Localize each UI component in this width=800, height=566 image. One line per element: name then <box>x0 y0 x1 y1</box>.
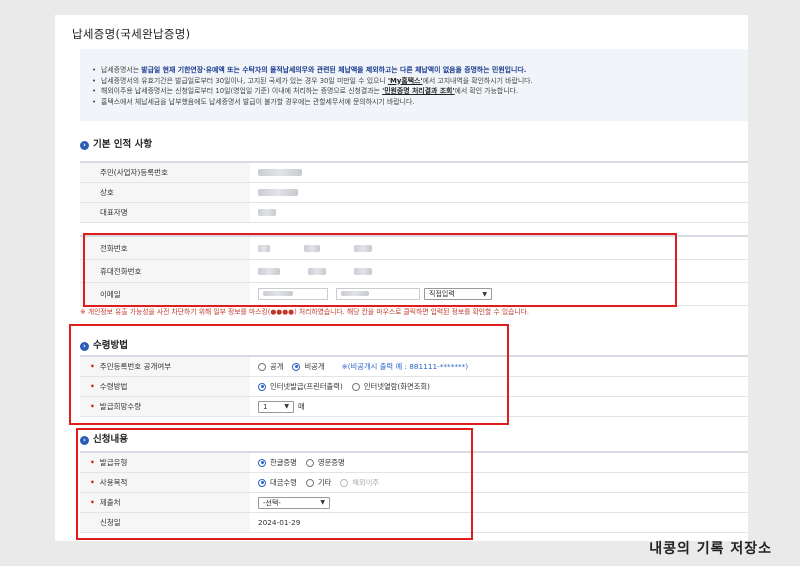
masking-note: ※ 개인정보 유출 가능성을 사전 차단하기 위해 일부 정보를 마스킹(●●●… <box>80 308 530 316</box>
brand-watermark: 내콩의 기록 저장소 <box>649 541 772 557</box>
highlight-box-receive <box>69 324 509 425</box>
notice-item: 해외이주용 납세증명서는 신청일로부터 10일(영업일 기준) 이내에 처리하는… <box>92 86 748 97</box>
trade-name-label: 상호 <box>80 183 250 202</box>
result-lookup-link[interactable]: '민원증명 처리결과 조회' <box>382 87 454 95</box>
my-hometax-link[interactable]: 'My홈택스' <box>388 77 423 85</box>
section-bullet-icon: › <box>80 141 89 150</box>
representative-label: 대표자명 <box>80 203 250 222</box>
resident-no-label: 주민(사업자)등록번호 <box>80 163 250 182</box>
table-row: 상호 <box>80 183 748 203</box>
table-row: 주민(사업자)등록번호 <box>80 163 748 183</box>
notice-item: 납세증명서의 유효기간은 발급일로부터 30일이나, 고지된 국세가 있는 경우… <box>92 76 748 87</box>
page-frame: 납세증명(국세완납증명) 납세증명서는 발급일 현재 기한연장·유예액 또는 수… <box>55 15 748 541</box>
notice-box: 납세증명서는 발급일 현재 기한연장·유예액 또는 수탁자의 물적납세의무와 관… <box>80 49 748 121</box>
highlight-box-apply <box>76 428 473 540</box>
basic-info-table: 주민(사업자)등록번호 상호 대표자명 <box>80 161 748 223</box>
section-basic-title: › 기본 인적 사항 <box>80 136 152 150</box>
highlight-box-contact <box>83 233 677 307</box>
page-title: 납세증명(국세완납증명) <box>72 27 191 41</box>
table-row: 대표자명 <box>80 203 748 223</box>
notice-item: 홈택스에서 체납세금을 납부했음에도 납세증명서 발급이 불가할 경우에는 관할… <box>92 97 748 108</box>
resident-no-value <box>258 163 316 182</box>
representative-value <box>258 203 290 222</box>
notice-item: 납세증명서는 발급일 현재 기한연장·유예액 또는 수탁자의 물적납세의무와 관… <box>92 65 748 76</box>
trade-name-value <box>258 183 312 202</box>
